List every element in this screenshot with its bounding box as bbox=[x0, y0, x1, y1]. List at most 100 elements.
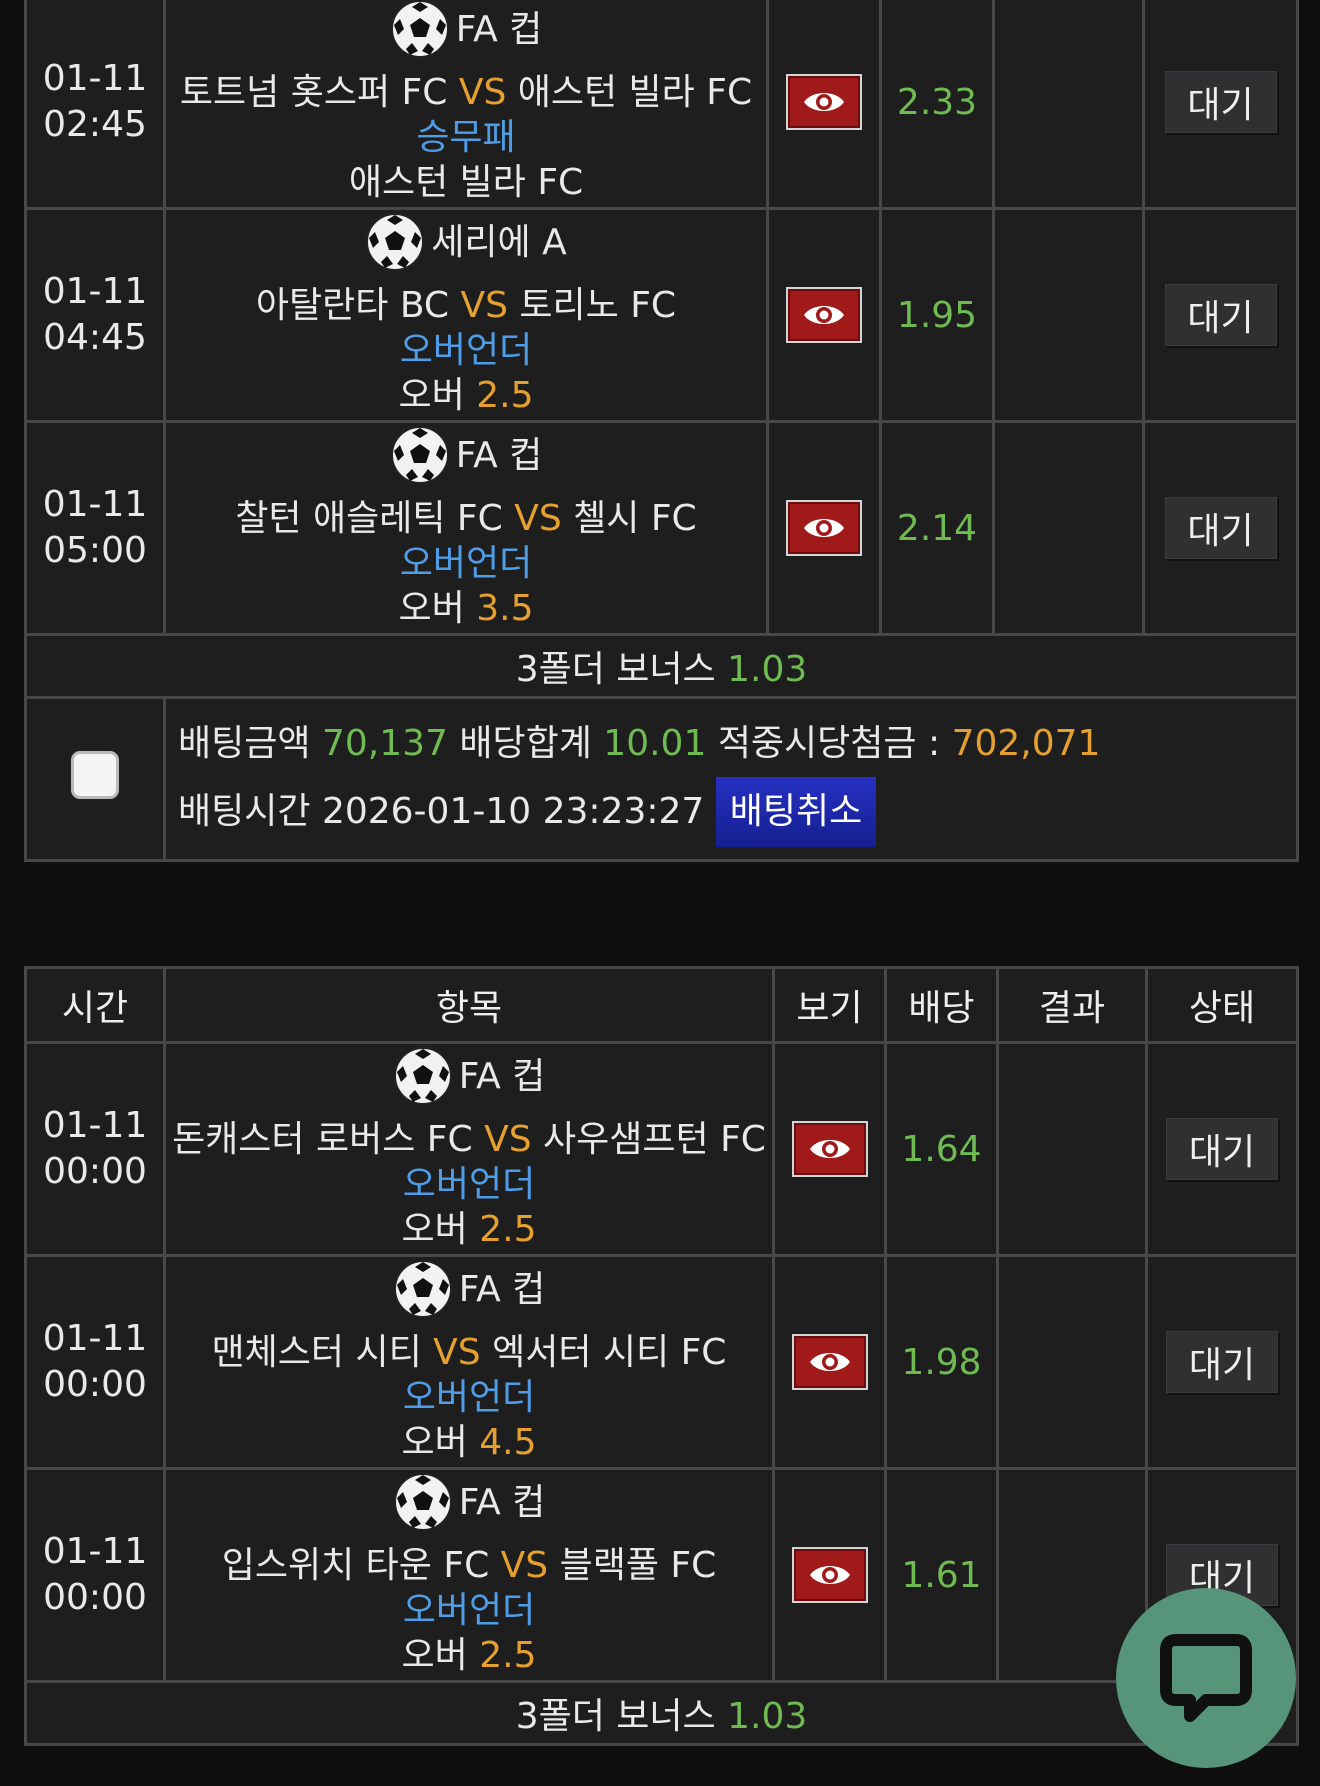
table-header-row: 시간 항목 보기 배당 결과 상태 bbox=[24, 966, 1299, 1044]
home-team: 아탈란타 BC bbox=[255, 285, 450, 326]
odds-value: 1.98 bbox=[884, 1254, 999, 1470]
summary-line-2: 배팅시간 2026-01-10 23:23:27 배팅취소 bbox=[178, 777, 1296, 847]
view-button[interactable] bbox=[791, 1121, 868, 1177]
match-time: 00:00 bbox=[43, 1364, 147, 1405]
bonus-label: 3폴더 보너스 bbox=[515, 649, 716, 690]
match-item: FA 컵 토트넘 홋스퍼 FC VS 애스턴 빌라 FC 승무패 애스턴 빌라 … bbox=[163, 0, 769, 210]
bet-slip-1: 01-11 02:45 FA 컵 토트넘 홋스퍼 FC VS 애스턴 빌라 FC… bbox=[24, 0, 1299, 862]
match-datetime: 01-11 02:45 bbox=[24, 0, 166, 210]
total-odds-label: 배당합계 bbox=[459, 723, 592, 764]
summary-line-1: 배팅금액 70,137 배당합계 10.01 적중시당첨금 : 702,071 bbox=[178, 711, 1296, 777]
league: FA 컵 bbox=[390, 0, 542, 59]
selection-text: 오버 bbox=[398, 588, 465, 629]
away-team: 사우샘프턴 FC bbox=[543, 1119, 766, 1160]
selection-line: 2.5 bbox=[479, 1209, 537, 1250]
home-team: 찰턴 애슬레틱 FC bbox=[235, 498, 503, 539]
total-odds: 10.01 bbox=[603, 723, 707, 764]
bonus-value: 1.03 bbox=[727, 649, 808, 690]
selection: 오버 3.5 bbox=[166, 586, 766, 631]
payout-amount: 702,071 bbox=[951, 723, 1101, 764]
selection-line: 2.5 bbox=[476, 375, 534, 416]
match-date: 01-11 bbox=[42, 1531, 148, 1572]
bet-slip-2: 시간 항목 보기 배당 결과 상태 01-11 00:00 FA 컵 돈캐스터 … bbox=[24, 966, 1299, 1746]
chat-button[interactable] bbox=[1116, 1588, 1296, 1768]
selection-line: 2.5 bbox=[479, 1635, 537, 1676]
status-cell: 대기 bbox=[1142, 0, 1299, 210]
view-button[interactable] bbox=[786, 500, 862, 556]
bet-time: 2026-01-10 23:23:27 bbox=[321, 791, 705, 832]
bet-row: 01-11 05:00 FA 컵 찰턴 애슬레틱 FC VS 첼시 FC 오버언… bbox=[24, 420, 1299, 636]
odds-value: 1.95 bbox=[879, 207, 995, 423]
header-status: 상태 bbox=[1145, 966, 1299, 1044]
league: FA 컵 bbox=[393, 1259, 545, 1319]
league: FA 컵 bbox=[393, 1472, 545, 1532]
match-datetime: 01-11 00:00 bbox=[24, 1254, 166, 1470]
view-button[interactable] bbox=[786, 74, 862, 130]
selection: 오버 2.5 bbox=[166, 1633, 772, 1678]
view-cell bbox=[766, 207, 882, 423]
soccer-ball-icon bbox=[390, 425, 450, 485]
odds-value: 1.64 bbox=[884, 1041, 999, 1257]
header-time: 시간 bbox=[24, 966, 166, 1044]
view-cell bbox=[772, 1041, 887, 1257]
status-badge: 대기 bbox=[1164, 71, 1277, 133]
vs-label: VS bbox=[460, 285, 508, 326]
market-type: 오버언더 bbox=[402, 1377, 536, 1418]
league-name: FA 컵 bbox=[458, 1055, 546, 1097]
market-type: 승무패 bbox=[416, 117, 516, 158]
eye-icon bbox=[802, 514, 846, 542]
soccer-ball-icon bbox=[365, 212, 425, 272]
bet-row: 01-11 00:00 FA 컵 돈캐스터 로버스 FC VS 사우샘프턴 FC… bbox=[24, 1041, 1299, 1257]
league-name: FA 컵 bbox=[455, 434, 543, 476]
match-item: FA 컵 찰턴 애슬레틱 FC VS 첼시 FC 오버언더 오버 3.5 bbox=[163, 420, 769, 636]
header-view: 보기 bbox=[772, 966, 887, 1044]
view-button[interactable] bbox=[791, 1334, 868, 1390]
vs-label: VS bbox=[514, 498, 562, 539]
view-cell bbox=[766, 0, 882, 210]
home-team: 돈캐스터 로버스 FC bbox=[172, 1119, 473, 1160]
home-team: 입스위치 타운 FC bbox=[221, 1545, 490, 1586]
market-type: 오버언더 bbox=[399, 330, 533, 371]
market-type: 오버언더 bbox=[402, 1590, 536, 1631]
match-item: FA 컵 돈캐스터 로버스 FC VS 사우샘프턴 FC 오버언더 오버 2.5 bbox=[163, 1041, 775, 1257]
league: FA 컵 bbox=[390, 425, 543, 485]
cancel-bet-button[interactable]: 배팅취소 bbox=[715, 777, 877, 847]
bet-amount: 70,137 bbox=[321, 723, 448, 764]
selection-text: 오버 bbox=[401, 1209, 468, 1250]
matchup: 아탈란타 BC VS 토리노 FC bbox=[166, 283, 766, 328]
view-button[interactable] bbox=[786, 287, 862, 343]
header-odds: 배당 bbox=[884, 966, 999, 1044]
eye-icon bbox=[802, 301, 846, 329]
match-datetime: 01-11 05:00 bbox=[24, 420, 166, 636]
view-button[interactable] bbox=[791, 1547, 868, 1603]
header-item: 항목 bbox=[163, 966, 775, 1044]
status-cell: 대기 bbox=[1145, 1254, 1299, 1470]
selection-line: 3.5 bbox=[476, 588, 534, 629]
status-badge: 대기 bbox=[1164, 497, 1277, 559]
bet-row: 01-11 00:00 FA 컵 맨체스터 시티 VS 엑서터 시티 FC 오버… bbox=[24, 1254, 1299, 1470]
select-checkbox[interactable] bbox=[71, 750, 119, 799]
bet-row: 01-11 02:45 FA 컵 토트넘 홋스퍼 FC VS 애스턴 빌라 FC… bbox=[24, 0, 1299, 210]
away-team: 블랙풀 FC bbox=[559, 1545, 717, 1586]
result-value bbox=[996, 1041, 1148, 1257]
status-badge: 대기 bbox=[1166, 1331, 1278, 1393]
matchup: 토트넘 홋스퍼 FC VS 애스턴 빌라 FC bbox=[166, 70, 766, 115]
match-item: 세리에 A 아탈란타 BC VS 토리노 FC 오버언더 오버 2.5 bbox=[163, 207, 769, 423]
odds-value: 1.61 bbox=[884, 1467, 999, 1683]
bet-row: 01-11 04:45 세리에 A 아탈란타 BC VS 토리노 FC 오버언더… bbox=[24, 207, 1299, 423]
bonus-label: 3폴더 보너스 bbox=[515, 1696, 716, 1737]
vs-label: VS bbox=[458, 72, 507, 113]
odds-value: 2.14 bbox=[879, 420, 995, 636]
status-badge: 대기 bbox=[1164, 284, 1277, 346]
status-cell: 대기 bbox=[1145, 1041, 1299, 1257]
match-item: FA 컵 맨체스터 시티 VS 엑서터 시티 FC 오버언더 오버 4.5 bbox=[163, 1254, 775, 1470]
selection-text: 오버 bbox=[398, 375, 465, 416]
away-team: 토리노 FC bbox=[519, 285, 677, 326]
amount-label: 배팅금액 bbox=[178, 723, 311, 764]
vs-label: VS bbox=[500, 1545, 549, 1586]
match-date: 01-11 bbox=[42, 1105, 148, 1146]
view-cell bbox=[766, 420, 882, 636]
league-name: 세리에 A bbox=[431, 221, 567, 263]
selection: 오버 4.5 bbox=[166, 1420, 772, 1465]
summary-row: 배팅금액 70,137 배당합계 10.01 적중시당첨금 : 702,071 … bbox=[24, 696, 1299, 862]
